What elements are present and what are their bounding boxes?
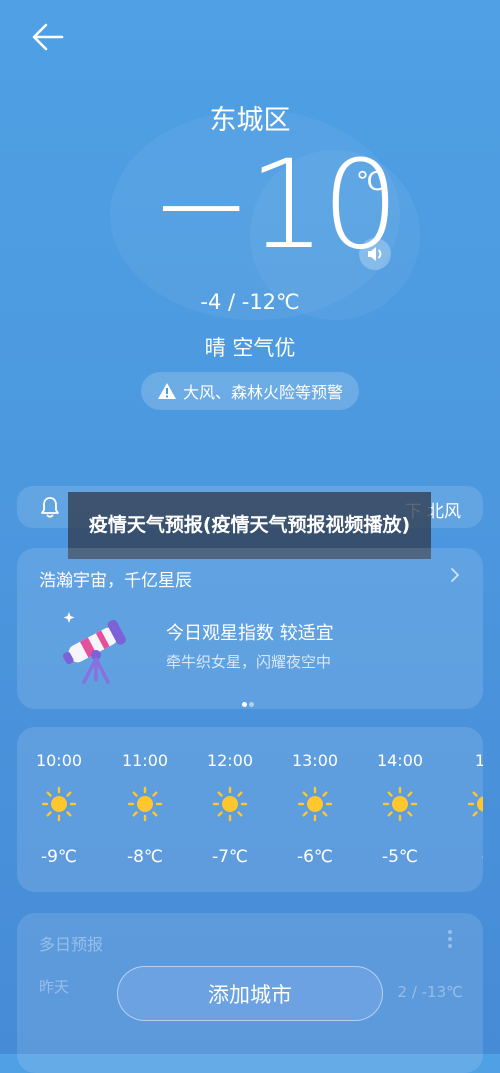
- sun-icon: [467, 791, 483, 817]
- more-vertical-icon[interactable]: [447, 929, 453, 949]
- hour-temp: -8℃: [126, 847, 164, 867]
- stargazing-title: 浩瀚宇宙，千亿星辰: [39, 571, 192, 591]
- multi-day-range: 2 / -13℃: [397, 983, 463, 1001]
- bell-icon: [41, 497, 59, 518]
- hour-time: 13:00: [291, 751, 339, 770]
- hour-temp: -9℃: [40, 847, 78, 867]
- weather-alert-button[interactable]: 大风、森林火险等预警: [141, 372, 359, 410]
- alert-text: 大风、森林火险等预警: [182, 383, 343, 402]
- chevron-right-icon[interactable]: [449, 566, 461, 584]
- stargazing-index: 今日观星指数 较适宜: [166, 623, 334, 644]
- telescope-icon: [62, 612, 126, 684]
- sun-icon: [382, 786, 418, 822]
- carousel-dot: [249, 702, 254, 707]
- hour-time: 14:00: [376, 751, 424, 770]
- sun-icon: [297, 786, 333, 822]
- temperature-range: -4 / -12℃: [200, 290, 300, 314]
- warning-icon: [157, 383, 176, 399]
- arrow-left-icon: [32, 23, 64, 51]
- hour-time: 15: [474, 751, 483, 770]
- sun-icon: [41, 786, 77, 822]
- multi-day-label: 昨天: [39, 978, 70, 996]
- hour-time: 11:00: [121, 751, 169, 770]
- city-name: 东城区: [209, 105, 291, 136]
- hour-time: 12:00: [206, 751, 254, 770]
- stargazing-subtitle: 牵牛织女星，闪耀夜空中: [166, 653, 332, 671]
- speaker-icon: [368, 247, 382, 261]
- carousel-dot: [242, 702, 247, 707]
- back-button[interactable]: [26, 16, 70, 60]
- sun-icon: [212, 786, 248, 822]
- stargazing-card[interactable]: 浩瀚宇宙，千亿星辰 今日观星指数 较适宜 牵牛织女星，闪耀夜空中: [17, 548, 483, 709]
- multi-day-title: 多日预报: [39, 935, 104, 954]
- carousel-dots: [241, 692, 255, 711]
- sun-icon: [127, 786, 163, 822]
- hour-temp: -6℃: [296, 847, 334, 867]
- hourly-forecast-card[interactable]: 10:00 -9℃ 11:00 -8℃ 12:00 -7℃ 13:00 -6℃ …: [17, 727, 483, 892]
- hour-temp: -: [445, 847, 483, 867]
- overlay-text: 疫情天气预报(疫情天气预报视频播放): [88, 514, 411, 536]
- temperature-unit: ℃: [356, 167, 386, 197]
- add-city-button[interactable]: 添加城市: [117, 966, 383, 1021]
- hour-time: 10:00: [35, 751, 83, 770]
- voice-broadcast-button[interactable]: [359, 238, 391, 270]
- hour-temp: -7℃: [211, 847, 249, 867]
- hour-temp: -5℃: [381, 847, 419, 867]
- weather-condition: 晴 空气优: [204, 336, 296, 360]
